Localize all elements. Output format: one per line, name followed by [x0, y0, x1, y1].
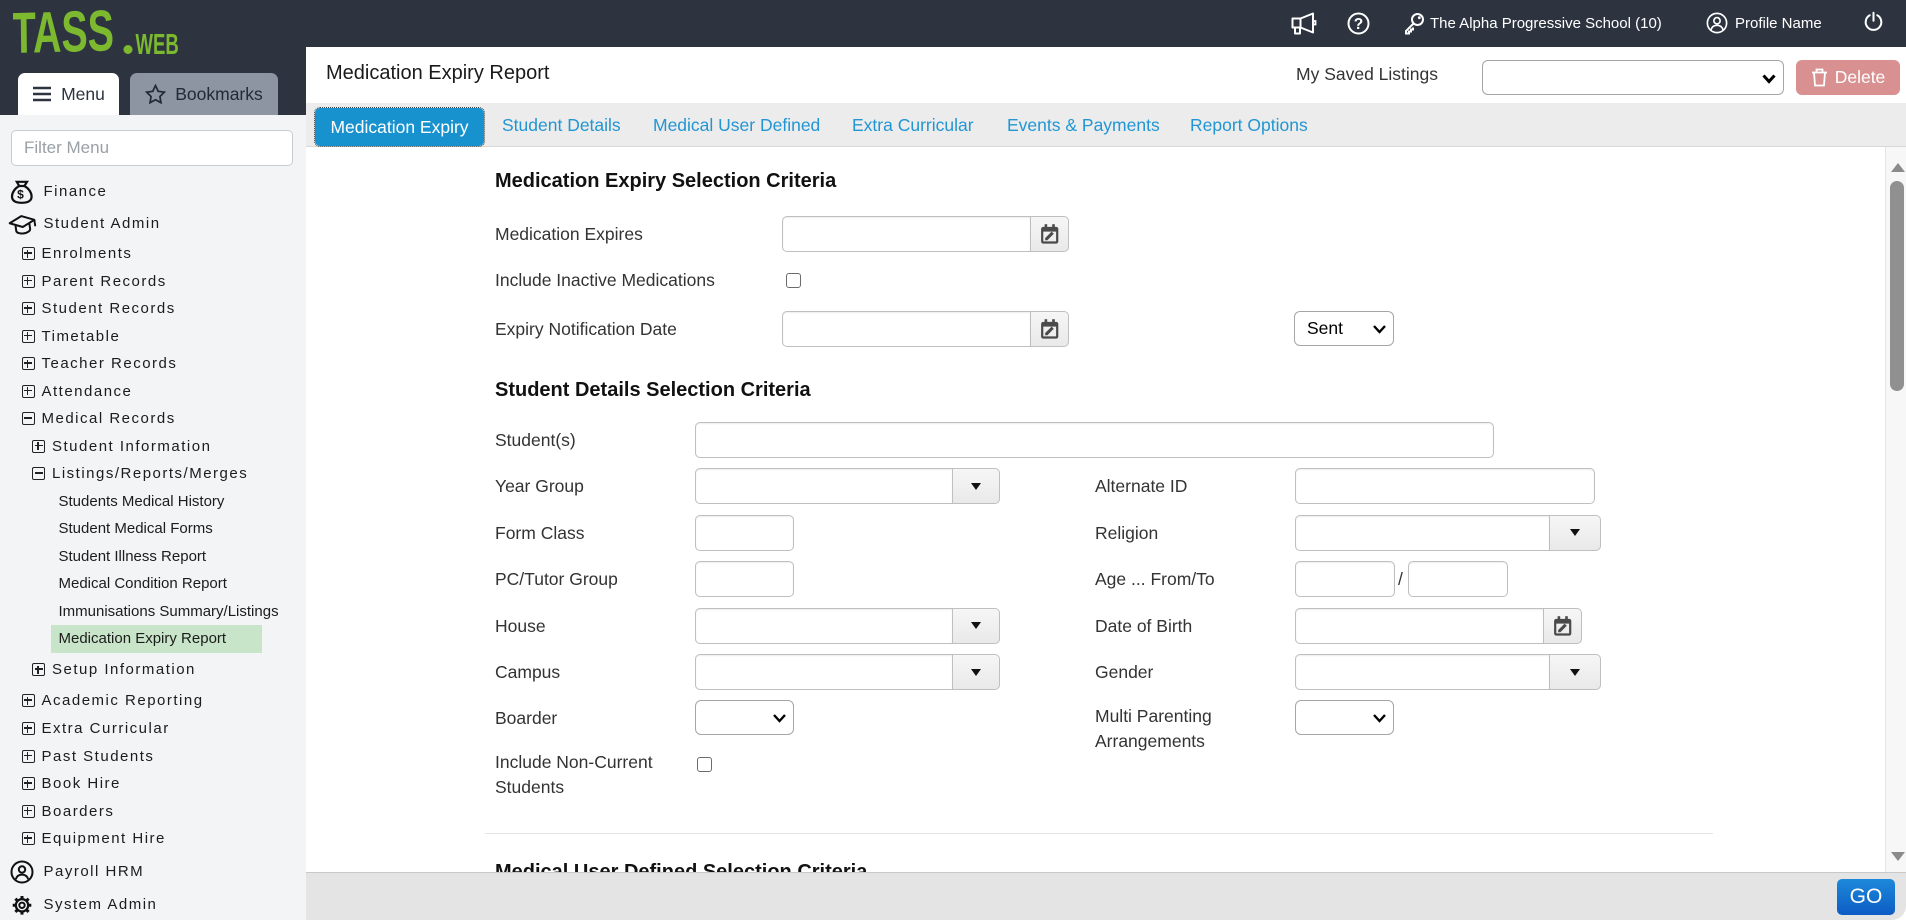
svg-text:$: $	[17, 188, 25, 202]
svg-text:WEB: WEB	[136, 29, 179, 61]
svg-text:TASS: TASS	[13, 9, 114, 66]
svg-text:?: ?	[1354, 16, 1363, 33]
